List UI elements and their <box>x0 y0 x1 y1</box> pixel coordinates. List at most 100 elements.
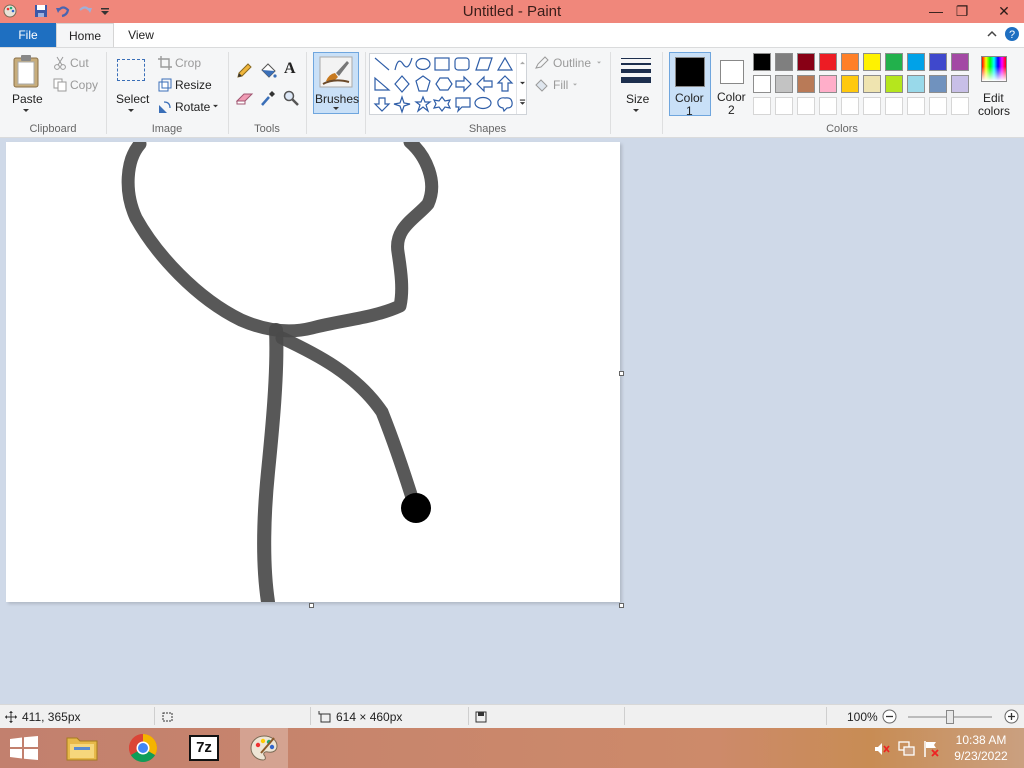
cut-button[interactable]: Cut <box>70 56 89 70</box>
magnifier-icon[interactable] <box>283 90 299 106</box>
palette-swatch[interactable] <box>907 75 925 93</box>
chevron-down-icon <box>633 109 639 112</box>
palette-swatch[interactable] <box>819 75 837 93</box>
group-divider <box>106 52 107 134</box>
palette-swatch[interactable] <box>819 53 837 71</box>
palette-swatch[interactable] <box>929 75 947 93</box>
palette-swatch-empty[interactable] <box>775 97 793 115</box>
palette-swatch[interactable] <box>841 75 859 93</box>
chevron-down-icon[interactable] <box>212 104 219 109</box>
file-size-icon <box>475 711 487 723</box>
palette-swatch[interactable] <box>841 53 859 71</box>
zoom-slider-thumb[interactable] <box>946 710 954 724</box>
taskbar-7zip[interactable]: 7z <box>180 728 228 768</box>
close-button[interactable]: ✕ <box>984 0 1024 22</box>
drawing-canvas[interactable] <box>6 135 620 609</box>
windows-start-icon[interactable] <box>10 736 38 760</box>
edit-colors-label: Edit <box>983 91 1004 105</box>
crop-button[interactable]: Crop <box>175 56 201 70</box>
brushes-button[interactable]: Brushes <box>313 52 359 114</box>
tab-file[interactable]: File <box>0 23 56 47</box>
paste-label: Paste <box>12 92 43 106</box>
canvas-size-icon <box>318 711 331 723</box>
help-icon[interactable]: ? <box>1004 26 1020 42</box>
tab-view[interactable]: View <box>118 23 164 47</box>
color-picker-icon[interactable] <box>260 89 276 107</box>
status-divider <box>826 707 827 725</box>
edit-colors-button[interactable]: Edit colors <box>976 53 1012 118</box>
palette-swatch-empty[interactable] <box>929 97 947 115</box>
palette-swatch[interactable] <box>775 75 793 93</box>
text-tool-icon[interactable]: A <box>284 60 296 78</box>
palette-swatch[interactable] <box>863 75 881 93</box>
palette-swatch-empty[interactable] <box>841 97 859 115</box>
shapes-gallery[interactable] <box>369 53 527 115</box>
network-icon[interactable] <box>898 740 916 758</box>
canvas-drawing <box>121 135 439 609</box>
palette-swatch[interactable] <box>907 53 925 71</box>
fill-button[interactable]: Fill <box>553 78 568 92</box>
eraser-icon[interactable] <box>236 91 254 105</box>
resize-handle-corner[interactable] <box>619 603 624 608</box>
color2-swatch <box>720 60 744 84</box>
palette-swatch[interactable] <box>929 53 947 71</box>
size-line-medium <box>621 63 651 65</box>
chrome-icon <box>129 734 157 762</box>
color2-button[interactable]: Color 2 <box>714 52 750 117</box>
paste-button[interactable]: Paste <box>6 51 46 119</box>
zoom-out-icon[interactable] <box>882 709 897 724</box>
volume-muted-icon[interactable] <box>874 741 890 757</box>
taskbar-clock[interactable]: 10:38 AM 9/23/2022 <box>946 732 1016 764</box>
palette-swatch-empty[interactable] <box>907 97 925 115</box>
palette-swatch[interactable] <box>753 53 771 71</box>
fill-bucket-icon[interactable] <box>259 62 277 80</box>
status-bar: 411, 365px 614 × 460px 100% <box>0 704 1024 728</box>
restore-button[interactable]: ❐ <box>946 0 978 22</box>
group-divider <box>228 52 229 134</box>
palette-swatch-empty[interactable] <box>863 97 881 115</box>
canvas-workspace[interactable] <box>0 135 1024 704</box>
collapse-ribbon-icon[interactable] <box>986 28 998 40</box>
pencil-icon[interactable] <box>236 63 252 79</box>
select-button[interactable]: Select <box>112 53 150 119</box>
taskbar-chrome[interactable] <box>118 728 166 768</box>
outline-button[interactable]: Outline <box>553 56 591 70</box>
palette-swatch[interactable] <box>863 53 881 71</box>
size-line-thin <box>621 58 651 59</box>
tab-home[interactable]: Home <box>56 23 114 47</box>
taskbar-paint[interactable] <box>240 728 288 768</box>
color1-button[interactable]: Color 1 <box>669 52 711 118</box>
palette-swatch[interactable] <box>951 53 969 71</box>
palette-swatch-empty[interactable] <box>885 97 903 115</box>
chevron-down-icon[interactable] <box>519 81 526 86</box>
palette-swatch-empty[interactable] <box>797 97 815 115</box>
resize-handle-bottom[interactable] <box>309 603 314 608</box>
size-button[interactable]: Size <box>616 53 656 115</box>
resize-button[interactable]: Resize <box>175 78 212 92</box>
select-rectangle-icon <box>117 59 145 81</box>
shapes-scrollbar[interactable] <box>516 54 528 114</box>
palette-swatch[interactable] <box>753 75 771 93</box>
svg-text:?: ? <box>1009 29 1015 41</box>
action-center-icon[interactable] <box>922 740 940 758</box>
chevron-up-icon[interactable] <box>519 60 526 65</box>
resize-handle-right[interactable] <box>619 371 624 376</box>
status-divider <box>624 707 625 725</box>
palette-swatch[interactable] <box>951 75 969 93</box>
palette-swatch-empty[interactable] <box>819 97 837 115</box>
palette-swatch-empty[interactable] <box>753 97 771 115</box>
palette-swatch-empty[interactable] <box>951 97 969 115</box>
zoom-in-icon[interactable] <box>1004 709 1019 724</box>
sevenzip-icon: 7z <box>189 735 219 761</box>
rotate-button[interactable]: Rotate <box>175 100 210 114</box>
expand-gallery-icon[interactable] <box>519 99 526 107</box>
palette-swatch[interactable] <box>775 53 793 71</box>
copy-button[interactable]: Copy <box>70 78 98 92</box>
size-label: Size <box>626 92 650 106</box>
palette-swatch[interactable] <box>797 53 815 71</box>
group-divider <box>306 52 307 134</box>
palette-swatch[interactable] <box>885 75 903 93</box>
taskbar-file-explorer[interactable] <box>58 728 106 768</box>
palette-swatch[interactable] <box>797 75 815 93</box>
palette-swatch[interactable] <box>885 53 903 71</box>
